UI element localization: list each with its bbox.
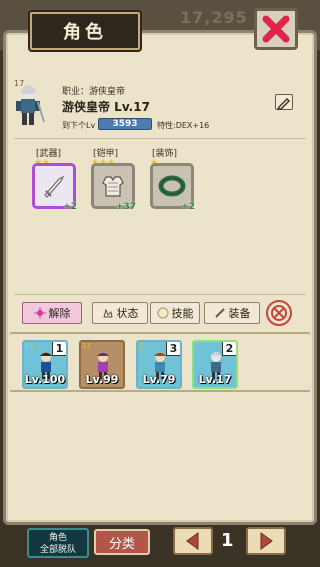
character-name: 游侠皇帝 Lv.17	[62, 100, 150, 114]
party-member[interactable]: 11 1 Lv.100	[22, 340, 68, 389]
accessory-slot[interactable]: +2	[150, 163, 195, 212]
tab-skill[interactable]: 技能	[150, 302, 200, 324]
sword-icon	[44, 175, 65, 198]
tab-skill-label: 技能	[171, 307, 194, 320]
tab-equip-label: 装备	[228, 307, 251, 320]
pencil-icon	[276, 98, 290, 110]
tab-equip[interactable]: 装备	[204, 302, 260, 324]
job-label: 职业：游侠皇帝	[62, 87, 126, 97]
no-entry-icon	[271, 305, 287, 321]
member-level: Lv.17	[198, 373, 232, 386]
tab-release-label: 解除	[48, 307, 71, 320]
rename-button[interactable]	[275, 94, 293, 110]
armor-bonus: +37	[115, 202, 136, 212]
dismiss-all-line1: 角色	[48, 533, 67, 543]
member-slot-number: 3	[166, 342, 180, 356]
armor-icon	[102, 176, 124, 197]
member-badge: 7	[195, 342, 200, 350]
page-number: 1	[221, 530, 234, 551]
character-panel	[3, 30, 317, 525]
tab-status[interactable]: 状态	[92, 302, 148, 324]
tab-status-label: 状态	[116, 307, 139, 320]
divider	[14, 138, 306, 139]
hand-icon	[102, 308, 113, 318]
triangle-left-icon	[186, 532, 199, 550]
party-member-selected[interactable]: 7 2 Lv.17	[192, 340, 238, 389]
member-level: Lv.79	[142, 373, 176, 386]
armor-slot[interactable]: +37	[91, 163, 136, 212]
close-button[interactable]	[254, 8, 298, 50]
category-button[interactable]: 分类	[94, 529, 150, 555]
member-slot-number: 1	[52, 342, 66, 356]
party-member[interactable]: 2 3 Lv.79	[136, 340, 182, 389]
sparkle-icon	[33, 307, 46, 319]
next-page-button[interactable]	[246, 527, 286, 555]
xp-value: 3593	[98, 118, 152, 130]
triangle-right-icon	[260, 532, 273, 550]
gold-counter: 17,295	[180, 8, 248, 27]
next-level-label: 到下个Lv	[62, 121, 96, 130]
dismiss-all-line2: 全部脱队	[39, 545, 76, 555]
character-rank-badge: 17	[14, 79, 25, 88]
ring-icon	[158, 175, 186, 197]
weapon-slot[interactable]: +2	[32, 163, 77, 212]
prev-page-button[interactable]	[173, 527, 213, 555]
trait-text: 特性:DEX+16	[157, 121, 210, 130]
page-title: 角色	[30, 12, 140, 50]
unequip-all-button[interactable]	[266, 300, 292, 326]
sword-small-icon	[214, 308, 225, 318]
member-badge: 2	[139, 342, 144, 350]
member-level: Lv.99	[85, 373, 119, 386]
flower-icon	[157, 307, 168, 319]
member-slot-number: 2	[222, 342, 236, 356]
member-level: Lv.100	[24, 373, 66, 386]
member-badge: 11	[25, 342, 34, 350]
party-member[interactable]: 11 Lv.99	[79, 340, 125, 389]
dismiss-all-button[interactable]: 角色 全部脱队	[27, 528, 89, 558]
member-badge: 11	[82, 342, 91, 350]
accessory-bonus: +2	[181, 202, 195, 212]
divider	[14, 294, 306, 295]
weapon-bonus: +2	[63, 202, 77, 212]
character-sprite	[16, 85, 45, 125]
tab-release[interactable]: 解除	[22, 302, 82, 324]
close-icon	[262, 15, 290, 43]
